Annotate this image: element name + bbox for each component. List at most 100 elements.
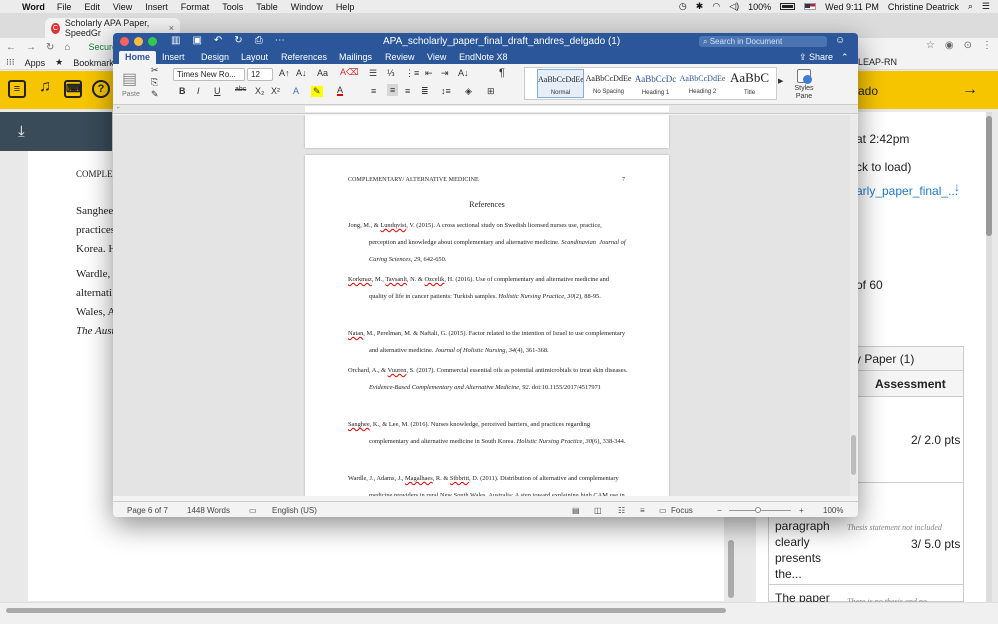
highlight-icon[interactable]: ✎ bbox=[311, 86, 323, 97]
font-size-dropdown[interactable]: 12 bbox=[247, 68, 273, 81]
align-left-button[interactable]: ≡ bbox=[371, 86, 376, 96]
document-canvas[interactable]: COMPLEMENTARY/ ALTERNATIVE MEDICINE 7 Re… bbox=[113, 115, 858, 496]
home-icon[interactable]: ⌂ bbox=[64, 42, 70, 53]
wifi-icon[interactable]: ◠ bbox=[712, 1, 720, 12]
multilevel-list-icon[interactable]: ⋮≡ bbox=[405, 68, 419, 79]
feedback-smiley-icon[interactable]: ☺ bbox=[835, 35, 845, 46]
subscript-button[interactable]: X₂ bbox=[255, 86, 265, 96]
print-layout-view-icon[interactable]: ▤ bbox=[572, 506, 580, 515]
style-normal[interactable]: AaBbCcDdEe Normal bbox=[537, 69, 584, 98]
sidebar-scrollbar[interactable] bbox=[986, 112, 992, 602]
print-icon[interactable]: ⎙ bbox=[255, 35, 263, 46]
zoom-level[interactable]: 100% bbox=[823, 506, 843, 515]
tab-mailings[interactable]: Mailings bbox=[333, 51, 378, 64]
menu-app-name[interactable]: Word bbox=[22, 2, 45, 12]
menu-file[interactable]: File bbox=[57, 2, 72, 12]
borders-icon[interactable]: ⊞ bbox=[487, 86, 495, 97]
strikethrough-button[interactable]: abc bbox=[235, 86, 246, 93]
font-color-icon[interactable]: A bbox=[337, 86, 344, 96]
cut-icon[interactable]: ✂ bbox=[151, 65, 159, 76]
horizontal-ruler[interactable]: ⌐ bbox=[113, 105, 858, 114]
sort-icon[interactable]: A↓ bbox=[458, 68, 469, 78]
grow-font-icon[interactable]: A↑ bbox=[279, 68, 290, 78]
menu-tools[interactable]: Tools bbox=[222, 2, 243, 12]
gradebook-icon[interactable]: ≡ bbox=[8, 80, 26, 98]
keyboard-icon[interactable]: ⌨ bbox=[64, 80, 82, 98]
close-tab-icon[interactable]: × bbox=[169, 23, 174, 33]
font-name-dropdown[interactable]: Times New Ro... bbox=[173, 68, 245, 81]
focus-mode-button[interactable]: Focus bbox=[671, 506, 693, 515]
customize-toolbar-icon[interactable]: ⋯ bbox=[275, 35, 285, 46]
document-scrollbar[interactable] bbox=[850, 115, 858, 496]
superscript-button[interactable]: X² bbox=[271, 86, 280, 96]
change-case-icon[interactable]: Aa bbox=[317, 68, 328, 78]
menu-edit[interactable]: Edit bbox=[84, 2, 100, 12]
menu-window[interactable]: Window bbox=[291, 2, 323, 12]
close-window-button[interactable] bbox=[120, 37, 129, 46]
web-layout-view-icon[interactable]: ◫ bbox=[594, 506, 602, 515]
volume-icon[interactable]: ◁) bbox=[729, 1, 739, 12]
clear-formatting-icon[interactable]: A⌫ bbox=[340, 67, 359, 78]
bullets-icon[interactable]: ☰ bbox=[369, 68, 377, 79]
menubar-user[interactable]: Christine Deatrick bbox=[888, 2, 959, 12]
battery-icon[interactable] bbox=[780, 3, 796, 10]
menu-view[interactable]: View bbox=[113, 2, 132, 12]
draft-view-icon[interactable]: ≡ bbox=[640, 506, 645, 515]
download-icon[interactable]: ⤓ bbox=[18, 123, 25, 140]
style-title[interactable]: AaBbC Title bbox=[726, 69, 773, 98]
page-indicator[interactable]: Page 6 of 7 bbox=[127, 506, 168, 515]
click-to-load[interactable]: ck to load) bbox=[856, 160, 911, 174]
styles-more-icon[interactable]: ▶ bbox=[778, 77, 783, 85]
spotlight-icon[interactable]: ⌕ bbox=[968, 1, 973, 12]
outline-view-icon[interactable]: ☷ bbox=[618, 506, 625, 515]
save-icon[interactable]: ▣ bbox=[192, 35, 201, 46]
zoom-window-button[interactable] bbox=[148, 37, 157, 46]
style-heading-2[interactable]: AaBbCcDdEe Heading 2 bbox=[679, 69, 726, 98]
language-indicator[interactable]: English (US) bbox=[272, 506, 317, 515]
back-icon[interactable]: ← bbox=[6, 42, 16, 53]
tab-endnote[interactable]: EndNote X8 bbox=[453, 51, 514, 64]
bold-button[interactable]: B bbox=[179, 86, 186, 96]
shading-icon[interactable]: ◈ bbox=[465, 86, 472, 97]
increase-indent-icon[interactable]: ⇥ bbox=[441, 68, 449, 79]
paste-icon[interactable]: ▤ bbox=[122, 69, 137, 89]
menubar-clock[interactable]: Wed 9:11 PM bbox=[825, 2, 879, 12]
zoom-in-button[interactable]: + bbox=[799, 506, 804, 515]
bookmark-apps[interactable]: Apps bbox=[25, 58, 46, 68]
shrink-font-icon[interactable]: A↓ bbox=[296, 68, 307, 78]
menu-insert[interactable]: Insert bbox=[145, 2, 168, 12]
notification-center-icon[interactable]: ☰ bbox=[982, 1, 990, 12]
tab-design[interactable]: Design bbox=[195, 51, 235, 64]
scrollbar-thumb[interactable] bbox=[851, 435, 856, 475]
undo-icon[interactable]: ↶ bbox=[214, 35, 222, 46]
styles-pane-button[interactable]: Styles Pane bbox=[789, 69, 819, 101]
text-effects-icon[interactable]: A bbox=[293, 86, 299, 96]
tab-home[interactable]: Home bbox=[119, 51, 157, 64]
preview-scrollbar[interactable] bbox=[728, 540, 734, 598]
submission-file-link[interactable]: arly_paper_final_... bbox=[856, 184, 958, 198]
tab-selector-icon[interactable]: ⌐ bbox=[117, 105, 120, 111]
reload-icon[interactable]: ↻ bbox=[46, 42, 54, 53]
help-icon[interactable]: ? bbox=[92, 80, 110, 98]
share-button[interactable]: ⇪ Share bbox=[799, 52, 833, 63]
show-formatting-icon[interactable]: ¶ bbox=[499, 67, 505, 79]
underline-button[interactable]: U bbox=[214, 86, 221, 96]
bookmark-star-icon[interactable]: ☆ bbox=[926, 40, 935, 51]
copy-icon[interactable]: ⎘ bbox=[151, 77, 158, 88]
tab-review[interactable]: Review bbox=[379, 51, 421, 64]
collapse-ribbon-icon[interactable]: ⌃ bbox=[841, 52, 849, 63]
align-right-button[interactable]: ≡ bbox=[405, 86, 410, 96]
time-machine-icon[interactable]: ◷ bbox=[679, 1, 687, 12]
student-name-partial[interactable]: ado bbox=[858, 84, 878, 98]
decrease-indent-icon[interactable]: ⇤ bbox=[425, 68, 433, 79]
apps-icon[interactable]: ⁝⁝⁝ bbox=[6, 57, 15, 68]
bookmark-bookmarks[interactable]: Bookmarks bbox=[73, 58, 118, 68]
tab-references[interactable]: References bbox=[275, 51, 333, 64]
line-spacing-icon[interactable]: ↕≡ bbox=[441, 86, 451, 96]
minimize-window-button[interactable] bbox=[134, 37, 143, 46]
numbering-icon[interactable]: ⅓ bbox=[387, 68, 395, 78]
chrome-menu-icon[interactable]: ⋮ bbox=[982, 40, 992, 51]
tab-layout[interactable]: Layout bbox=[235, 51, 274, 64]
focus-icon[interactable]: ▭ bbox=[659, 506, 667, 515]
style-heading-1[interactable]: AaBbCcDc Heading 1 bbox=[632, 69, 679, 98]
